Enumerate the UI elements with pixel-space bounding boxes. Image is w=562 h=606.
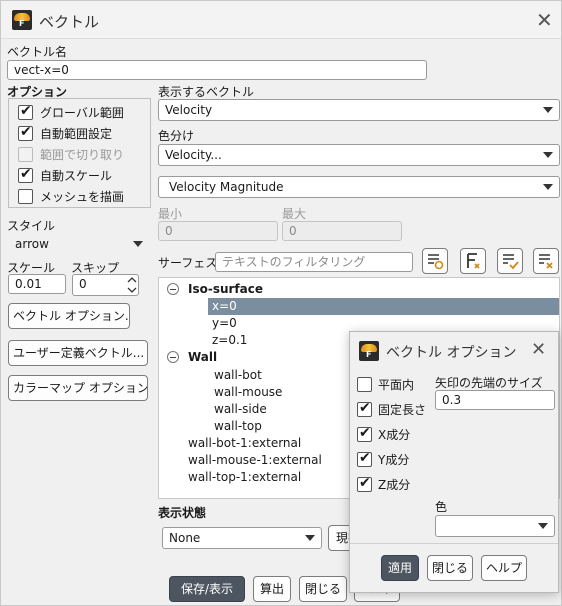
popup-close-button[interactable]: 閉じる [427,555,473,581]
vector-name-input[interactable]: vect-x=0 [7,60,427,80]
style-select[interactable]: arrow [8,233,150,255]
surface-deselect-all-button[interactable] [533,248,559,274]
list-new-icon [428,254,444,270]
min-input[interactable]: 0 [158,221,278,241]
close-icon[interactable]: ✕ [536,10,553,30]
tree-item-z01[interactable]: z=0.1 [212,332,247,349]
tree-item-wall-bot-1-external[interactable]: wall-bot-1:external [188,435,301,452]
draw-mesh-checkbox[interactable] [18,189,33,204]
coloring-quantity-value: Velocity Magnitude [169,180,284,194]
fluent-app-icon [12,10,32,30]
popup-help-button[interactable]: ヘルプ [481,555,527,581]
min-label: 最小 [158,207,183,221]
x-component-label: X成分 [378,428,411,442]
fluent-app-icon [359,341,379,361]
coloring-category-select[interactable]: Velocity... [158,144,560,166]
tree-item-y0[interactable]: y=0 [212,315,237,332]
chevron-down-icon [133,241,143,247]
tree-item-wall-top-1-external[interactable]: wall-top-1:external [188,469,301,486]
chevron-down-icon [543,184,553,190]
tree-item-wall-top[interactable]: wall-top [214,418,262,435]
surface-highlight-button[interactable] [460,248,486,274]
options-group: グローバル範囲 自動範囲設定 範囲で切り取り 自動スケール メッシュを描画 [8,98,151,208]
surface-filter-input[interactable]: テキストのフィルタリング [215,252,413,272]
clip-to-range-label: 範囲で切り取り [40,148,125,162]
collapse-icon[interactable] [167,351,179,363]
chevron-down-icon [305,535,315,541]
color-select[interactable] [435,515,555,537]
tree-item-wall-mouse[interactable]: wall-mouse [214,384,282,401]
stepper-arrows-icon [127,277,137,293]
fixed-length-label: 固定長さ [378,403,427,417]
style-label: スタイル [7,219,56,233]
compute-button[interactable]: 算出 [253,576,291,602]
vector-name-label: ベクトル名 [7,45,68,59]
tree-item-wall-mouse-1-external[interactable]: wall-mouse-1:external [188,452,322,469]
popup-title: ベクトル オプション [386,345,517,361]
style-select-value: arrow [15,237,49,251]
z-component-checkbox[interactable] [357,475,372,492]
surfaces-label: サーフェス [158,256,218,270]
coloring-category-value: Velocity... [165,148,222,162]
chevron-down-icon [538,523,548,529]
user-defined-vector-button[interactable]: ユーザー定義ベクトル... [8,340,148,366]
select-all-icon [503,254,519,270]
close-button[interactable]: 閉じる [299,576,347,602]
display-vector-value: Velocity [165,103,213,117]
auto-scale-checkbox[interactable] [18,166,33,183]
popup-divider [350,543,558,544]
colormap-options-button[interactable]: カラーマップ オプション... [8,375,148,401]
in-plane-label: 平面内 [378,378,415,392]
y-component-checkbox[interactable] [357,450,372,467]
tree-group-iso-surface[interactable]: Iso-surface [188,281,263,298]
arrow-head-size-input[interactable]: 0.3 [435,390,555,410]
display-state-select[interactable]: None [162,527,322,549]
collapse-icon[interactable] [167,283,179,295]
display-state-value: None [169,531,201,545]
global-range-checkbox[interactable] [18,103,33,120]
draw-mesh-label: メッシュを描画 [40,190,125,204]
arrow-head-size-label: 矢印の先端のサイズ [435,376,543,390]
vector-options-button[interactable]: ベクトル オプション... [8,303,130,329]
save-display-button[interactable]: 保存/表示 [169,576,245,602]
window-title: ベクトル [39,13,100,31]
skip-stepper[interactable] [125,275,139,297]
clip-to-range-checkbox[interactable] [18,147,33,162]
chevron-down-icon [543,107,553,113]
y-component-label: Y成分 [378,453,410,467]
deselect-all-icon [539,254,553,269]
auto-range-label: 自動範囲設定 [40,127,113,141]
tree-item-wall-side[interactable]: wall-side [214,401,267,418]
display-state-label: 表示状態 [158,506,207,520]
apply-button[interactable]: 適用 [381,555,419,581]
fixed-length-checkbox[interactable] [357,400,372,417]
auto-scale-label: 自動スケール [40,169,113,183]
z-component-label: Z成分 [378,478,411,492]
popup-close-icon[interactable]: ✕ [531,341,546,359]
surface-select-new-button[interactable] [422,248,448,274]
highlight-icon [467,253,480,269]
surface-select-all-button[interactable] [497,248,523,274]
coloring-quantity-select[interactable]: Velocity Magnitude [158,176,560,198]
tree-item-x0[interactable]: x=0 [208,298,559,315]
vector-dialog: ベクトル ✕ ベクトル名 vect-x=0 オプション グローバル範囲 自動範囲… [0,0,562,606]
display-vector-label: 表示するベクトル [158,85,255,99]
max-label: 最大 [282,207,307,221]
chevron-down-icon [543,152,553,158]
scale-input[interactable]: 0.01 [8,274,66,294]
global-range-label: グローバル範囲 [40,106,124,120]
auto-range-checkbox[interactable] [18,124,33,141]
x-component-checkbox[interactable] [357,425,372,442]
coloring-label: 色分け [158,129,195,143]
title-bar: ベクトル ✕ [1,1,561,39]
tree-group-wall[interactable]: Wall [188,349,217,366]
tree-item-wall-bot[interactable]: wall-bot [214,367,262,384]
color-label: 色 [435,500,448,514]
display-vector-select[interactable]: Velocity [158,99,560,121]
in-plane-checkbox[interactable] [357,377,372,392]
vector-options-dialog: ベクトル オプション ✕ 平面内 固定長さ X成分 Y成分 Z成分 矢印の先端の… [349,331,559,593]
max-input[interactable]: 0 [282,221,402,241]
